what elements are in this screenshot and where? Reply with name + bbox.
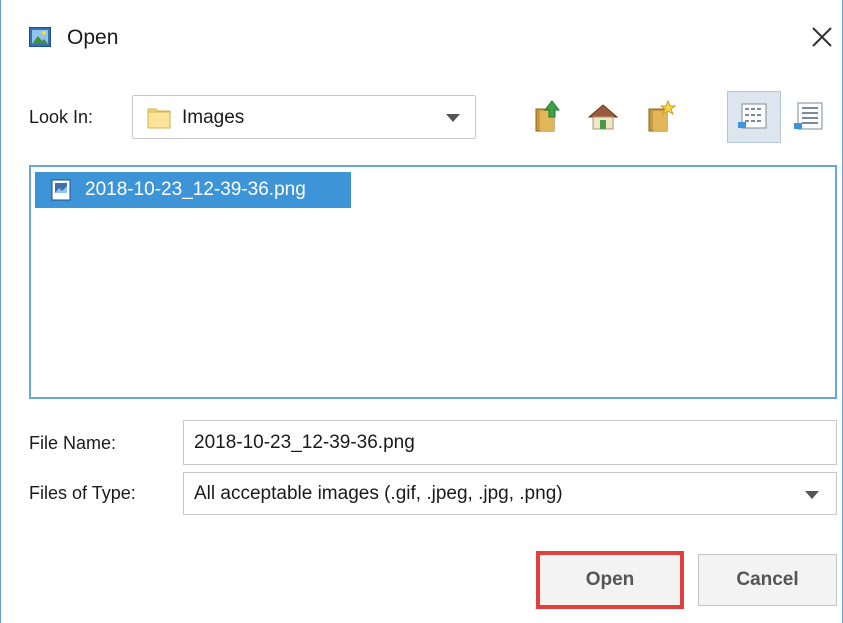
image-icon <box>29 27 51 47</box>
file-type-combobox[interactable]: All acceptable images (.gif, .jpeg, .jpg… <box>183 472 837 515</box>
folder-icon <box>147 105 171 129</box>
look-in-combobox[interactable]: Images <box>132 95 476 139</box>
new-folder-icon[interactable] <box>641 99 677 135</box>
look-in-label: Look In: <box>29 107 94 127</box>
chevron-down-icon[interactable] <box>446 114 460 122</box>
chevron-down-icon[interactable] <box>805 491 819 499</box>
list-item[interactable]: 2018-10-23_12-39-36.png <box>35 172 351 208</box>
details-view-icon[interactable] <box>792 99 828 135</box>
file-name-field[interactable] <box>183 420 837 465</box>
look-in-value: Images <box>182 107 245 128</box>
close-icon[interactable] <box>807 22 837 52</box>
up-folder-icon[interactable] <box>528 99 564 135</box>
file-type-label: Files of Type: <box>29 483 136 503</box>
file-type-value: All acceptable images (.gif, .jpeg, .jpg… <box>194 483 563 504</box>
home-icon[interactable] <box>585 99 621 135</box>
cancel-button[interactable]: Cancel <box>698 554 837 606</box>
file-name-label: File Name: <box>29 433 117 453</box>
title-bar: Open <box>1 0 842 78</box>
image-file-icon <box>51 179 71 201</box>
dialog-title: Open <box>67 26 119 49</box>
list-view-icon[interactable] <box>727 91 781 143</box>
open-dialog: Open Look In: Images 2018-10-23_12-39-36… <box>0 0 843 623</box>
file-list[interactable]: 2018-10-23_12-39-36.png <box>29 165 837 399</box>
open-button[interactable]: Open <box>539 554 681 606</box>
file-name-text: 2018-10-23_12-39-36.png <box>85 179 306 200</box>
